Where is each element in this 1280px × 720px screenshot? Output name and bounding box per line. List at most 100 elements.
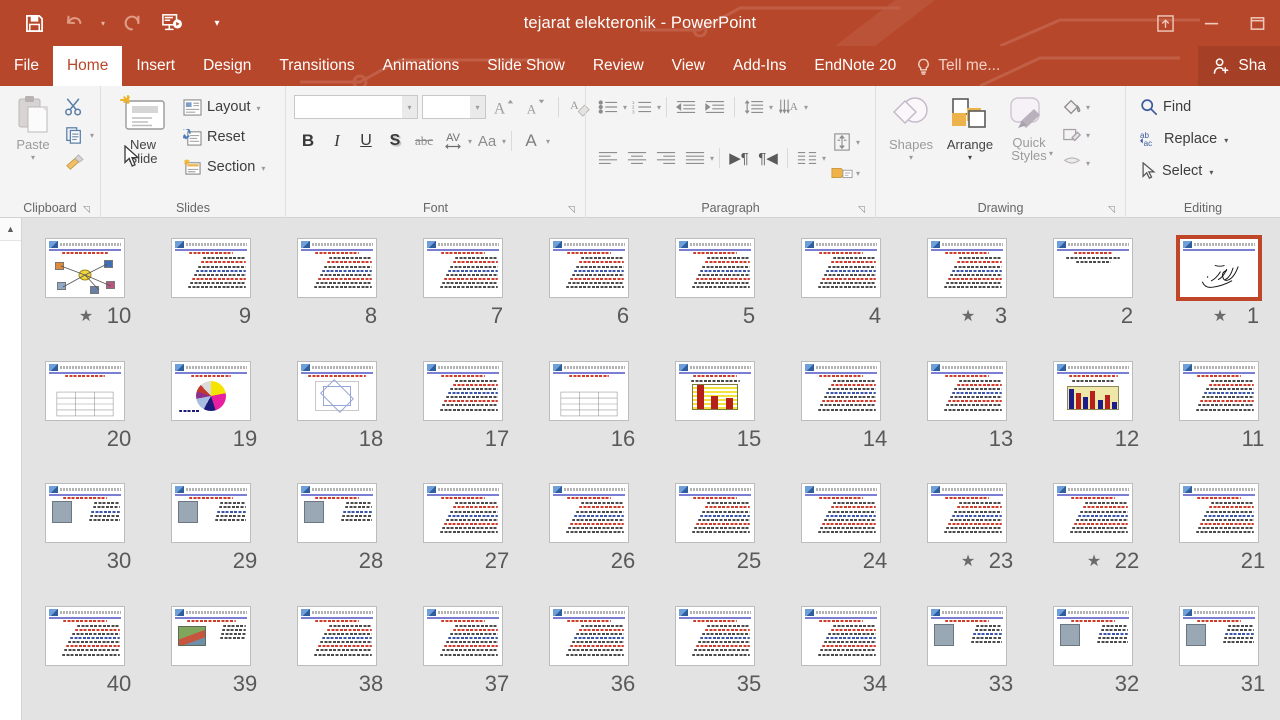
line-spacing-caret-icon[interactable]: ▾ — [769, 103, 773, 112]
slide-thumbnail-16[interactable] — [549, 360, 629, 421]
text-direction-icon[interactable]: A — [775, 94, 803, 120]
font-size-combo[interactable]: ▾ — [422, 95, 486, 119]
shape-fill-caret-icon[interactable]: ▾ — [1086, 103, 1090, 112]
justify-caret-icon[interactable]: ▾ — [710, 154, 714, 163]
slide-thumbnail-33[interactable] — [927, 605, 1007, 666]
change-case-icon[interactable]: Aa — [473, 128, 501, 154]
slide-thumbnail-34[interactable] — [801, 605, 881, 666]
slide-thumbnail-32[interactable] — [1053, 605, 1133, 666]
slide-thumbnail-27[interactable] — [423, 483, 503, 543]
increase-indent-icon[interactable] — [701, 94, 729, 120]
slide-thumbnail-10[interactable] — [45, 238, 125, 298]
font-color-icon[interactable]: A — [517, 128, 545, 154]
bullets-caret-icon[interactable]: ▾ — [623, 103, 627, 112]
slide-animation-star-icon[interactable]: ★ — [1076, 551, 1112, 571]
tab-animations[interactable]: Animations — [369, 46, 474, 86]
slide-thumbnail-29[interactable] — [171, 483, 251, 543]
tab-insert[interactable]: Insert — [122, 46, 189, 86]
slide-thumbnail-35[interactable] — [675, 605, 755, 666]
slide-thumbnail-4[interactable] — [801, 238, 881, 298]
slide-thumbnail-39[interactable] — [171, 605, 251, 666]
find-button[interactable]: Find — [1136, 94, 1232, 120]
replace-button[interactable]: ab ac Replace ▾ — [1136, 126, 1232, 152]
slide-thumbnail-38[interactable] — [297, 605, 377, 666]
ltr-icon[interactable]: ▶¶ — [725, 145, 753, 171]
bold-icon[interactable]: B — [294, 128, 322, 154]
shapes-caret-icon[interactable]: ▾ — [909, 153, 913, 162]
text-shadow-icon[interactable]: S — [381, 128, 409, 154]
slide-thumbnail-6[interactable] — [549, 238, 629, 298]
underline-icon[interactable]: U — [352, 128, 380, 154]
align-left-icon[interactable] — [594, 145, 622, 171]
tab-home[interactable]: Home — [52, 46, 123, 86]
redo-icon[interactable] — [112, 2, 152, 44]
slide-thumbnail-2[interactable] — [1053, 238, 1133, 298]
vertical-scrollbar[interactable]: ▲ — [0, 218, 22, 720]
slide-thumbnail-28[interactable] — [297, 483, 377, 543]
align-text-caret-icon[interactable]: ▾ — [856, 138, 860, 147]
undo-icon[interactable] — [54, 2, 94, 44]
shape-outline-icon[interactable] — [1058, 122, 1086, 148]
tab-endnote-20[interactable]: EndNote 20 — [800, 46, 910, 86]
line-spacing-icon[interactable] — [740, 94, 768, 120]
tab-transitions[interactable]: Transitions — [265, 46, 368, 86]
font-size-caret-icon[interactable]: ▾ — [470, 96, 485, 118]
replace-caret-icon[interactable]: ▾ — [1224, 136, 1228, 145]
smartart-caret-icon[interactable]: ▾ — [856, 169, 860, 178]
columns-caret-icon[interactable]: ▾ — [822, 154, 826, 163]
slide-thumbnail-23[interactable] — [927, 483, 1007, 543]
shape-effects-caret-icon[interactable]: ▾ — [1086, 159, 1090, 168]
align-right-icon[interactable] — [652, 145, 680, 171]
slide-thumbnail-30[interactable] — [45, 483, 125, 543]
align-center-icon[interactable] — [623, 145, 651, 171]
slide-thumbnail-18[interactable] — [297, 360, 377, 421]
clipboard-dialog-launcher[interactable]: ◹ — [83, 204, 94, 215]
smartart-icon[interactable] — [828, 160, 856, 186]
format-painter-icon[interactable] — [60, 150, 88, 176]
select-button[interactable]: Select ▾ — [1136, 158, 1232, 184]
tab-slide-show[interactable]: Slide Show — [473, 46, 579, 86]
layout-button[interactable]: Layout ▾ — [179, 94, 269, 120]
paste-button[interactable]: Paste ▾ — [6, 92, 60, 162]
slide-thumbnail-25[interactable] — [675, 483, 755, 543]
slide-thumbnail-24[interactable] — [801, 483, 881, 543]
minimize-icon[interactable] — [1188, 0, 1234, 46]
quick-styles-button[interactable]: Quick Styles ▾ — [1000, 94, 1058, 172]
slide-thumbnail-1[interactable] — [1176, 235, 1262, 301]
restore-icon[interactable] — [1234, 0, 1280, 46]
copy-icon[interactable] — [60, 122, 88, 148]
slide-thumbnail-19[interactable] — [171, 360, 251, 421]
rtl-icon[interactable]: ¶◀ — [754, 145, 782, 171]
shapes-button[interactable]: Shapes ▾ — [882, 94, 940, 162]
arrange-caret-icon[interactable]: ▾ — [968, 153, 972, 162]
section-button[interactable]: Section ▾ — [179, 154, 269, 180]
slide-thumbnail-9[interactable] — [171, 238, 251, 298]
layout-caret-icon[interactable]: ▾ — [257, 104, 261, 113]
tell-me-box[interactable]: Tell me... — [910, 46, 1010, 86]
slide-thumbnail-11[interactable] — [1179, 360, 1259, 421]
arrange-button[interactable]: Arrange ▾ — [940, 94, 1000, 162]
font-color-caret-icon[interactable]: ▾ — [546, 137, 550, 146]
font-name-caret-icon[interactable]: ▾ — [402, 96, 417, 118]
paste-dropdown-caret-icon[interactable]: ▾ — [31, 153, 35, 162]
slide-thumbnail-14[interactable] — [801, 360, 881, 421]
slide-thumbnail-37[interactable] — [423, 605, 503, 666]
slide-thumbnail-36[interactable] — [549, 605, 629, 666]
slide-thumbnail-40[interactable] — [45, 605, 125, 666]
bullets-icon[interactable] — [594, 94, 622, 120]
numbering-icon[interactable]: 123 — [628, 94, 656, 120]
slide-animation-star-icon[interactable]: ★ — [950, 306, 986, 326]
slide-thumbnail-22[interactable] — [1053, 483, 1133, 543]
decrease-font-size-icon[interactable]: A — [522, 94, 550, 120]
columns-icon[interactable] — [793, 145, 821, 171]
slide-thumbnail-15[interactable] — [675, 360, 755, 421]
tab-view[interactable]: View — [658, 46, 719, 86]
strikethrough-icon[interactable]: abc — [410, 128, 438, 154]
slide-thumbnail-20[interactable] — [45, 360, 125, 421]
font-name-combo[interactable]: ▾ — [294, 95, 418, 119]
scrollbar-track[interactable] — [0, 242, 21, 720]
shape-fill-icon[interactable] — [1058, 94, 1086, 120]
tab-add-ins[interactable]: Add-Ins — [719, 46, 800, 86]
slide-animation-star-icon[interactable]: ★ — [950, 551, 986, 571]
new-slide-button[interactable]: New Slide — [107, 92, 179, 166]
